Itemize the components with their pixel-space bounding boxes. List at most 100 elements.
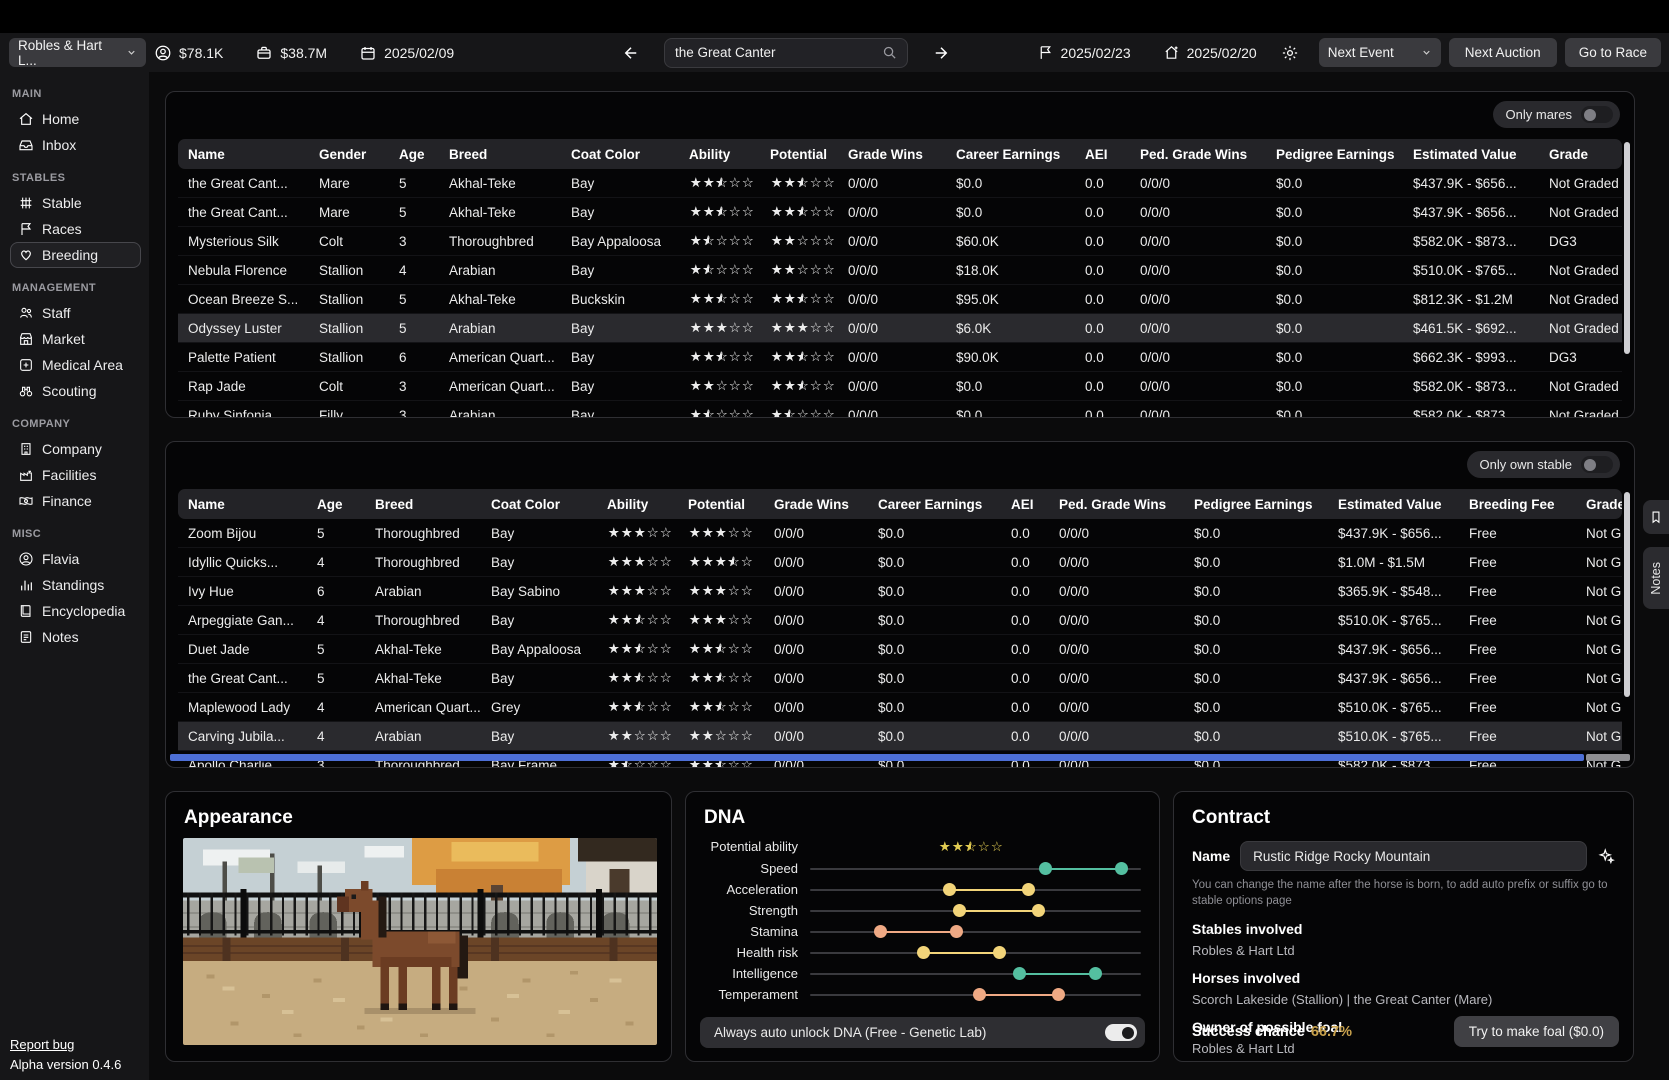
company-cash[interactable]: $38.7M [255, 44, 327, 62]
table-row[interactable]: Duet Jade5Akhal-TekeBay Appaloosa★★☆★☆☆★… [178, 635, 1622, 664]
column-header[interactable]: Career Earnings [946, 147, 1075, 162]
report-bug-link[interactable]: Report bug [10, 1037, 121, 1052]
range-min-handle[interactable] [1013, 967, 1026, 980]
toggle-switch[interactable] [1105, 1024, 1137, 1041]
column-header[interactable]: Breed [365, 497, 481, 512]
sidebar-item-inbox[interactable]: Inbox [10, 132, 141, 158]
sidebar-item-stable[interactable]: Stable [10, 190, 141, 216]
table-row[interactable]: Carving Jubila...4ArabianBay★★☆☆☆★★☆☆☆0/… [178, 722, 1622, 751]
foal-name-input[interactable] [1240, 841, 1587, 871]
table-row[interactable]: the Great Cant...Mare5Akhal-TekeBay★★☆★☆… [178, 198, 1622, 227]
sidebar-item-races[interactable]: Races [10, 216, 141, 242]
range-max-handle[interactable] [1115, 862, 1128, 875]
column-header[interactable]: Estimated Value [1403, 147, 1539, 162]
column-header[interactable]: Name [178, 497, 307, 512]
range-max-handle[interactable] [1022, 883, 1035, 896]
table-row[interactable]: the Great Cant...5Akhal-TekeBay★★☆★☆☆★★☆… [178, 664, 1622, 693]
range-min-handle[interactable] [953, 904, 966, 917]
column-header[interactable]: AEI [1001, 497, 1049, 512]
current-date[interactable]: 2025/02/09 [359, 44, 454, 62]
column-header[interactable]: Grade [1576, 497, 1622, 512]
column-header[interactable]: Coat Color [481, 497, 597, 512]
search-input[interactable] [675, 45, 882, 60]
only-mares-toggle[interactable]: Only mares [1493, 101, 1620, 128]
column-header[interactable]: Ped. Grade Wins [1049, 497, 1184, 512]
toggle-switch[interactable] [1581, 456, 1613, 473]
table-row[interactable]: Ocean Breeze S...Stallion5Akhal-TekeBuck… [178, 285, 1622, 314]
search-prev-button[interactable] [620, 42, 642, 64]
dna-range-slider[interactable] [810, 900, 1141, 921]
range-min-handle[interactable] [973, 988, 986, 1001]
search-next-button[interactable] [930, 42, 952, 64]
sidebar-item-standings[interactable]: Standings [10, 572, 141, 598]
column-header[interactable]: Grade Wins [838, 147, 946, 162]
table-row[interactable]: Maplewood Lady4American Quart...Grey★★☆★… [178, 693, 1622, 722]
random-name-sparkle-icon[interactable] [1597, 847, 1615, 865]
column-header[interactable]: Estimated Value [1328, 497, 1459, 512]
sidebar-item-finance[interactable]: Finance [10, 488, 141, 514]
dna-range-slider[interactable] [810, 984, 1141, 1005]
column-header[interactable]: Grade Wins [764, 497, 868, 512]
sidebar-item-encyclopedia[interactable]: Encyclopedia [10, 598, 141, 624]
sidebar-item-market[interactable]: Market [10, 326, 141, 352]
table-row[interactable]: Mysterious SilkColt3ThoroughbredBay Appa… [178, 227, 1622, 256]
auto-unlock-dna-toggle[interactable]: Always auto unlock DNA (Free - Genetic L… [700, 1017, 1145, 1048]
range-max-handle[interactable] [1052, 988, 1065, 1001]
table-row[interactable]: Ivy Hue6ArabianBay Sabino★★★☆☆★★★☆☆0/0/0… [178, 577, 1622, 606]
go-to-race-button[interactable]: Go to Race [1565, 38, 1661, 67]
column-header[interactable]: Name [178, 147, 309, 162]
table-row[interactable]: Palette PatientStallion6American Quart..… [178, 343, 1622, 372]
range-max-handle[interactable] [1032, 904, 1045, 917]
vertical-scrollbar[interactable] [1624, 492, 1630, 697]
table-row[interactable]: Ruby SinfoniaFilly3ArabianBay★☆★☆☆☆★☆★☆☆… [178, 401, 1622, 418]
range-max-handle[interactable] [1089, 967, 1102, 980]
next-event-select[interactable]: Next Event [1319, 38, 1441, 67]
only-own-stable-toggle[interactable]: Only own stable [1467, 451, 1621, 478]
stable-select[interactable]: Robles & Hart L... [9, 38, 146, 67]
next-auction-button[interactable]: Next Auction [1449, 38, 1557, 67]
vertical-scrollbar[interactable] [1624, 142, 1630, 354]
notes-side-tab[interactable]: Notes [1643, 547, 1669, 609]
table-row[interactable]: Rap JadeColt3American Quart...Bay★★☆☆☆★★… [178, 372, 1622, 401]
sidebar-item-scouting[interactable]: Scouting [10, 378, 141, 404]
sidebar-item-breeding[interactable]: Breeding [10, 242, 141, 268]
personal-cash[interactable]: $78.1K [154, 44, 223, 62]
column-header[interactable]: Pedigree Earnings [1184, 497, 1328, 512]
sidebar-item-home[interactable]: Home [10, 106, 141, 132]
range-min-handle[interactable] [943, 883, 956, 896]
sidebar-item-notes[interactable]: Notes [10, 624, 141, 650]
column-header[interactable]: Pedigree Earnings [1266, 147, 1403, 162]
table-row[interactable]: Idyllic Quicks...4ThoroughbredBay★★★☆☆★★… [178, 548, 1622, 577]
column-header[interactable]: Potential [678, 497, 764, 512]
next-home-date[interactable]: 2025/02/20 [1163, 44, 1257, 61]
sidebar-item-flavia[interactable]: Flavia [10, 546, 141, 572]
table-row[interactable]: Nebula FlorenceStallion4ArabianBay★☆★☆☆☆… [178, 256, 1622, 285]
toggle-switch[interactable] [1581, 106, 1613, 123]
column-header[interactable]: Age [389, 147, 439, 162]
range-min-handle[interactable] [874, 925, 887, 938]
column-header[interactable]: Age [307, 497, 365, 512]
table-row[interactable]: Arpeggiate Gan...4ThoroughbredBay★★☆★☆☆★… [178, 606, 1622, 635]
range-min-handle[interactable] [1039, 862, 1052, 875]
table-row[interactable]: Zoom Bijou5ThoroughbredBay★★★☆☆★★★☆☆0/0/… [178, 519, 1622, 548]
sidebar-item-medical-area[interactable]: Medical Area [10, 352, 141, 378]
dna-range-slider[interactable] [810, 942, 1141, 963]
column-header[interactable]: Coat Color [561, 147, 679, 162]
next-race-date[interactable]: 2025/02/23 [1037, 44, 1131, 61]
column-header[interactable]: Ability [679, 147, 760, 162]
column-header[interactable]: Gender [309, 147, 389, 162]
column-header[interactable]: Ped. Grade Wins [1130, 147, 1266, 162]
column-header[interactable]: Ability [597, 497, 678, 512]
table-row[interactable]: Odyssey LusterStallion5ArabianBay★★★☆☆★★… [178, 314, 1622, 343]
dna-range-slider[interactable] [810, 879, 1141, 900]
column-header[interactable]: Grade [1539, 147, 1622, 162]
make-foal-button[interactable]: Try to make foal ($0.0) [1454, 1016, 1619, 1047]
column-header[interactable]: Breeding Fee [1459, 497, 1576, 512]
table-row[interactable]: the Great Cant...Mare5Akhal-TekeBay★★☆★☆… [178, 169, 1622, 198]
range-min-handle[interactable] [917, 946, 930, 959]
column-header[interactable]: Breed [439, 147, 561, 162]
sidebar-item-company[interactable]: Company [10, 436, 141, 462]
horizontal-scrollbar[interactable] [170, 754, 1584, 761]
settings-button[interactable] [1281, 44, 1299, 62]
sidebar-item-staff[interactable]: Staff [10, 300, 141, 326]
